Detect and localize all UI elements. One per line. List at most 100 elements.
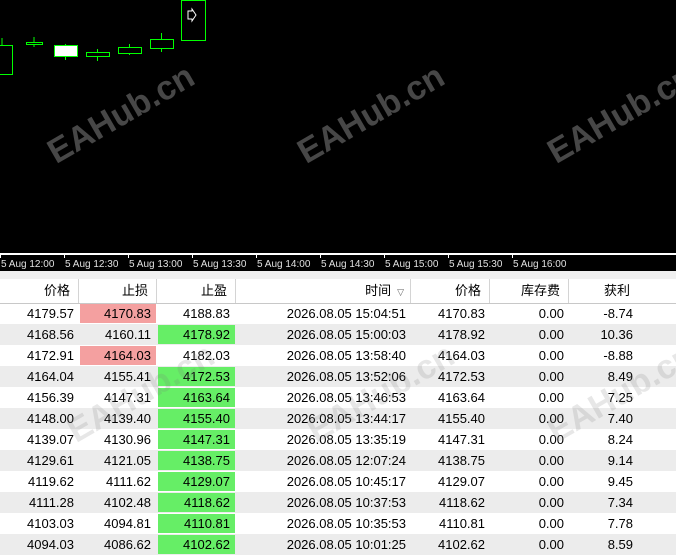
table-cell-swap: 0.00: [538, 537, 564, 552]
column-header-label: 价格: [454, 283, 481, 298]
table-cell-price-open: 4139.07: [27, 432, 74, 447]
table-cell-price-open: 4156.39: [27, 390, 74, 405]
table-cell-profit: 7.34: [607, 495, 633, 510]
table-row[interactable]: 4179.57 4170.83 4188.83 2026.08.05 15:04:51…: [0, 303, 676, 324]
table-cell-sl: 4170.83: [80, 304, 156, 323]
column-header[interactable]: 止盈: [157, 279, 236, 303]
time-axis-label: 5 Aug 16:00: [513, 259, 567, 270]
time-axis-label: 5 Aug 13:00: [129, 259, 183, 270]
table-cell-profit: -8.74: [603, 306, 633, 321]
table-cell-price-close: 4170.83: [438, 306, 485, 321]
table-cell-swap: 0.00: [538, 369, 564, 384]
table-cell-tp: 4155.40: [158, 409, 235, 428]
table-cell-sl: 4111.62: [105, 474, 151, 489]
candle: [54, 44, 78, 60]
table-row[interactable]: 4172.91 4164.03 4182.03 2026.08.05 13:58:40…: [0, 345, 676, 366]
column-header[interactable]: 价格: [411, 279, 490, 303]
panel-separator[interactable]: [0, 271, 676, 279]
table-cell-price-open: 4129.61: [27, 453, 74, 468]
table-header: 价格 止损 止盈 时间 ▽ 价格 库存费 获利: [0, 279, 676, 304]
candle: [118, 44, 142, 55]
table-cell-price-open: 4179.57: [27, 306, 74, 321]
table-cell-time: 2026.08.05 15:00:03: [286, 327, 406, 342]
table-cell-price-open: 4103.03: [27, 516, 74, 531]
table-row[interactable]: 4094.03 4086.62 4102.62 2026.08.05 10:01:25…: [0, 534, 676, 555]
table-cell-price-close: 4118.62: [438, 495, 485, 510]
table-cell-price-open: 4119.62: [27, 474, 74, 489]
table-cell-price-open: 4164.04: [27, 369, 74, 384]
table-cell-profit: 9.14: [607, 453, 633, 468]
time-tick: [384, 255, 385, 258]
table-cell-price-open: 4172.91: [27, 348, 74, 363]
table-cell-time: 2026.08.05 13:58:40: [286, 348, 406, 363]
table-cell-swap: 0.00: [538, 348, 564, 363]
table-row[interactable]: 4111.28 4102.48 4118.62 2026.08.05 10:37:53…: [0, 492, 676, 513]
table-cell-time: 2026.08.05 10:45:17: [286, 474, 406, 489]
table-cell-tp: 4129.07: [158, 472, 235, 491]
table-row[interactable]: 4103.03 4094.81 4110.81 2026.08.05 10:35:53…: [0, 513, 676, 534]
column-header[interactable]: 止损: [79, 279, 157, 303]
time-axis: 5 Aug 12:00 5 Aug 12:30 5 Aug 13:00 5 Aug 1…: [0, 253, 676, 273]
time-axis-label: 5 Aug 12:00: [1, 259, 55, 270]
price-chart[interactable]: EAHub.cn EAHub.cn EAHub.cn: [0, 0, 676, 255]
column-header-label: 时间: [365, 283, 392, 298]
time-tick: [128, 255, 129, 258]
column-header[interactable]: 库存费: [490, 279, 569, 303]
time-axis-label: 5 Aug 12:30: [65, 259, 119, 270]
table-cell-swap: 0.00: [538, 327, 564, 342]
candle-body: [54, 45, 78, 57]
sort-descending-icon: ▽: [397, 287, 404, 297]
table-cell-swap: 0.00: [538, 474, 564, 489]
table-cell-sl: 4121.05: [104, 453, 151, 468]
table-cell-sl: 4102.48: [104, 495, 151, 510]
table-row[interactable]: 4168.56 4160.11 4178.92 2026.08.05 15:00:03…: [0, 324, 676, 345]
candle-body: [86, 52, 110, 57]
candle-body: [0, 45, 13, 75]
trade-history-table[interactable]: 4179.57 4170.83 4188.83 2026.08.05 15:04:51…: [0, 279, 676, 555]
column-header[interactable]: 时间 ▽: [236, 279, 411, 303]
column-header-label: 获利: [603, 283, 630, 298]
time-tick: [0, 255, 1, 258]
column-header[interactable]: 价格: [0, 279, 79, 303]
table-cell-price-close: 4155.40: [438, 411, 485, 426]
column-header-label: 止盈: [200, 283, 227, 298]
time-tick: [512, 255, 513, 258]
table-row[interactable]: 4129.61 4121.05 4138.75 2026.08.05 12:07:24…: [0, 450, 676, 471]
table-cell-price-close: 4138.75: [438, 453, 485, 468]
candle: [86, 49, 110, 61]
candle-body: [181, 0, 206, 41]
candle: [181, 0, 206, 41]
table-cell-time: 2026.08.05 10:01:25: [286, 537, 406, 552]
column-header[interactable]: 获利: [569, 279, 657, 303]
table-cell-price-close: 4147.31: [438, 432, 485, 447]
table-cell-time: 2026.08.05 10:37:53: [286, 495, 406, 510]
table-cell-price-open: 4111.28: [28, 495, 74, 510]
time-axis-label: 5 Aug 15:00: [385, 259, 439, 270]
table-cell-profit: 9.45: [607, 474, 633, 489]
table-cell-time: 2026.08.05 12:07:24: [286, 453, 406, 468]
candle: [150, 33, 174, 52]
time-axis-label: 5 Aug 14:00: [257, 259, 311, 270]
table-cell-price-close: 4178.92: [438, 327, 485, 342]
table-cell-time: 2026.08.05 15:04:51: [286, 306, 406, 321]
table-row[interactable]: 4119.62 4111.62 4129.07 2026.08.05 10:45:17…: [0, 471, 676, 492]
table-cell-price-close: 4110.81: [438, 516, 485, 531]
table-cell-tp: 4147.31: [158, 430, 235, 449]
table-cell-tp: 4138.75: [158, 451, 235, 470]
table-cell-swap: 0.00: [538, 516, 564, 531]
table-cell-sl: 4094.81: [104, 516, 151, 531]
time-tick: [448, 255, 449, 258]
candle-body: [26, 42, 43, 45]
column-header-label: 价格: [43, 283, 70, 298]
table-row[interactable]: 4164.04 4155.41 4172.53 2026.08.05 13:52:06…: [0, 366, 676, 387]
time-axis-label: 5 Aug 13:30: [193, 259, 247, 270]
table-cell-tp: 4102.62: [158, 535, 235, 554]
table-cell-tp: 4118.62: [158, 493, 235, 512]
table-cell-price-open: 4168.56: [27, 327, 74, 342]
table-cell-sl: 4086.62: [104, 537, 151, 552]
table-cell-tp: 4188.83: [183, 306, 230, 321]
table-cell-swap: 0.00: [538, 306, 564, 321]
table-cell-sl: 4164.03: [80, 346, 156, 365]
time-tick: [256, 255, 257, 258]
table-cell-time: 2026.08.05 10:35:53: [286, 516, 406, 531]
